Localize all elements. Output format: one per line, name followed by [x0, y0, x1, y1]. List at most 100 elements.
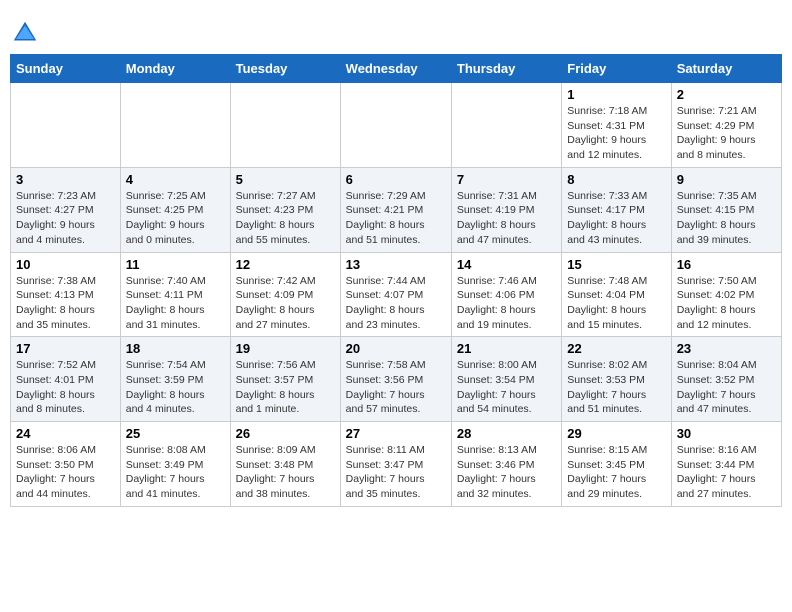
- calendar-cell: 23 Sunrise: 8:04 AMSunset: 3:52 PMDayligh…: [671, 337, 781, 422]
- day-number: 20: [346, 341, 446, 356]
- calendar-cell: 29 Sunrise: 8:15 AMSunset: 3:45 PMDayligh…: [562, 422, 671, 507]
- calendar-cell: 17 Sunrise: 7:52 AMSunset: 4:01 PMDayligh…: [11, 337, 121, 422]
- calendar-cell: 11Sunrise: 7:40 AMSunset: 4:11 PMDayligh…: [120, 252, 230, 337]
- day-info: Sunrise: 8:06 AMSunset: 3:50 PMDaylight:…: [16, 443, 115, 502]
- day-info: Sunrise: 7:21 AMSunset: 4:29 PMDaylight:…: [677, 104, 776, 163]
- day-info: Sunrise: 7:50 AMSunset: 4:02 PMDaylight:…: [677, 274, 776, 333]
- calendar-cell: 9 Sunrise: 7:35 AMSunset: 4:15 PMDaylight…: [671, 167, 781, 252]
- calendar-cell: 12 Sunrise: 7:42 AMSunset: 4:09 PMDayligh…: [230, 252, 340, 337]
- logo: [10, 18, 42, 48]
- day-info: Sunrise: 8:04 AMSunset: 3:52 PMDaylight:…: [677, 358, 776, 417]
- weekday-header-sunday: Sunday: [11, 55, 121, 83]
- day-number: 21: [457, 341, 556, 356]
- calendar-table: SundayMondayTuesdayWednesdayThursdayFrid…: [10, 54, 782, 507]
- day-info: Sunrise: 7:23 AMSunset: 4:27 PMDaylight:…: [16, 189, 115, 248]
- day-number: 6: [346, 172, 446, 187]
- day-number: 5: [236, 172, 335, 187]
- day-number: 11: [126, 257, 225, 272]
- day-info: Sunrise: 8:15 AMSunset: 3:45 PMDaylight:…: [567, 443, 665, 502]
- day-number: 10: [16, 257, 115, 272]
- day-info: Sunrise: 8:02 AMSunset: 3:53 PMDaylight:…: [567, 358, 665, 417]
- day-info: Sunrise: 7:42 AMSunset: 4:09 PMDaylight:…: [236, 274, 335, 333]
- weekday-header-thursday: Thursday: [451, 55, 561, 83]
- calendar-cell: 4 Sunrise: 7:25 AMSunset: 4:25 PMDaylight…: [120, 167, 230, 252]
- day-number: 27: [346, 426, 446, 441]
- calendar-cell: 6 Sunrise: 7:29 AMSunset: 4:21 PMDaylight…: [340, 167, 451, 252]
- day-info: Sunrise: 7:18 AMSunset: 4:31 PMDaylight:…: [567, 104, 665, 163]
- day-number: 25: [126, 426, 225, 441]
- calendar-cell: 22 Sunrise: 8:02 AMSunset: 3:53 PMDayligh…: [562, 337, 671, 422]
- calendar-cell: 27 Sunrise: 8:11 AMSunset: 3:47 PMDayligh…: [340, 422, 451, 507]
- day-info: Sunrise: 7:33 AMSunset: 4:17 PMDaylight:…: [567, 189, 665, 248]
- day-number: 22: [567, 341, 665, 356]
- day-number: 2: [677, 87, 776, 102]
- calendar-cell: [11, 83, 121, 168]
- calendar-cell: 1 Sunrise: 7:18 AMSunset: 4:31 PMDaylight…: [562, 83, 671, 168]
- calendar-cell: 24Sunrise: 8:06 AMSunset: 3:50 PMDayligh…: [11, 422, 121, 507]
- day-number: 1: [567, 87, 665, 102]
- weekday-header-row: SundayMondayTuesdayWednesdayThursdayFrid…: [11, 55, 782, 83]
- day-info: Sunrise: 7:27 AMSunset: 4:23 PMDaylight:…: [236, 189, 335, 248]
- day-number: 17: [16, 341, 115, 356]
- calendar-cell: 25 Sunrise: 8:08 AMSunset: 3:49 PMDayligh…: [120, 422, 230, 507]
- day-info: Sunrise: 7:44 AMSunset: 4:07 PMDaylight:…: [346, 274, 446, 333]
- calendar-cell: 19 Sunrise: 7:56 AMSunset: 3:57 PMDayligh…: [230, 337, 340, 422]
- day-info: Sunrise: 8:16 AMSunset: 3:44 PMDaylight:…: [677, 443, 776, 502]
- calendar-body: 1 Sunrise: 7:18 AMSunset: 4:31 PMDaylight…: [11, 83, 782, 507]
- calendar-cell: 18 Sunrise: 7:54 AMSunset: 3:59 PMDayligh…: [120, 337, 230, 422]
- day-number: 12: [236, 257, 335, 272]
- day-number: 9: [677, 172, 776, 187]
- day-info: Sunrise: 8:13 AMSunset: 3:46 PMDaylight:…: [457, 443, 556, 502]
- day-info: Sunrise: 7:29 AMSunset: 4:21 PMDaylight:…: [346, 189, 446, 248]
- calendar-week-1: 1 Sunrise: 7:18 AMSunset: 4:31 PMDaylight…: [11, 83, 782, 168]
- calendar-cell: 8 Sunrise: 7:33 AMSunset: 4:17 PMDaylight…: [562, 167, 671, 252]
- day-number: 4: [126, 172, 225, 187]
- calendar-week-4: 17 Sunrise: 7:52 AMSunset: 4:01 PMDayligh…: [11, 337, 782, 422]
- day-number: 8: [567, 172, 665, 187]
- day-number: 3: [16, 172, 115, 187]
- calendar-cell: 15 Sunrise: 7:48 AMSunset: 4:04 PMDayligh…: [562, 252, 671, 337]
- calendar-week-3: 10 Sunrise: 7:38 AMSunset: 4:13 PMDayligh…: [11, 252, 782, 337]
- calendar-cell: 28Sunrise: 8:13 AMSunset: 3:46 PMDayligh…: [451, 422, 561, 507]
- day-info: Sunrise: 7:58 AMSunset: 3:56 PMDaylight:…: [346, 358, 446, 417]
- calendar-header: SundayMondayTuesdayWednesdayThursdayFrid…: [11, 55, 782, 83]
- calendar-cell: 5 Sunrise: 7:27 AMSunset: 4:23 PMDaylight…: [230, 167, 340, 252]
- calendar-cell: 21 Sunrise: 8:00 AMSunset: 3:54 PMDayligh…: [451, 337, 561, 422]
- weekday-header-monday: Monday: [120, 55, 230, 83]
- day-info: Sunrise: 8:08 AMSunset: 3:49 PMDaylight:…: [126, 443, 225, 502]
- day-info: Sunrise: 7:54 AMSunset: 3:59 PMDaylight:…: [126, 358, 225, 417]
- day-number: 19: [236, 341, 335, 356]
- weekday-header-saturday: Saturday: [671, 55, 781, 83]
- weekday-header-wednesday: Wednesday: [340, 55, 451, 83]
- calendar-cell: 16Sunrise: 7:50 AMSunset: 4:02 PMDayligh…: [671, 252, 781, 337]
- day-number: 18: [126, 341, 225, 356]
- day-info: Sunrise: 7:56 AMSunset: 3:57 PMDaylight:…: [236, 358, 335, 417]
- day-info: Sunrise: 8:00 AMSunset: 3:54 PMDaylight:…: [457, 358, 556, 417]
- day-number: 23: [677, 341, 776, 356]
- calendar-cell: [230, 83, 340, 168]
- day-number: 29: [567, 426, 665, 441]
- day-info: Sunrise: 7:31 AMSunset: 4:19 PMDaylight:…: [457, 189, 556, 248]
- day-number: 30: [677, 426, 776, 441]
- day-info: Sunrise: 8:11 AMSunset: 3:47 PMDaylight:…: [346, 443, 446, 502]
- weekday-header-tuesday: Tuesday: [230, 55, 340, 83]
- day-number: 14: [457, 257, 556, 272]
- day-info: Sunrise: 7:52 AMSunset: 4:01 PMDaylight:…: [16, 358, 115, 417]
- day-info: Sunrise: 7:35 AMSunset: 4:15 PMDaylight:…: [677, 189, 776, 248]
- day-info: Sunrise: 7:25 AMSunset: 4:25 PMDaylight:…: [126, 189, 225, 248]
- day-number: 7: [457, 172, 556, 187]
- calendar-cell: 13 Sunrise: 7:44 AMSunset: 4:07 PMDayligh…: [340, 252, 451, 337]
- calendar-cell: [120, 83, 230, 168]
- calendar-week-2: 3 Sunrise: 7:23 AMSunset: 4:27 PMDaylight…: [11, 167, 782, 252]
- day-info: Sunrise: 7:38 AMSunset: 4:13 PMDaylight:…: [16, 274, 115, 333]
- logo-icon: [10, 18, 40, 48]
- calendar-cell: 10 Sunrise: 7:38 AMSunset: 4:13 PMDayligh…: [11, 252, 121, 337]
- day-info: Sunrise: 8:09 AMSunset: 3:48 PMDaylight:…: [236, 443, 335, 502]
- day-number: 15: [567, 257, 665, 272]
- day-number: 26: [236, 426, 335, 441]
- day-info: Sunrise: 7:48 AMSunset: 4:04 PMDaylight:…: [567, 274, 665, 333]
- calendar-cell: 30 Sunrise: 8:16 AMSunset: 3:44 PMDayligh…: [671, 422, 781, 507]
- calendar-week-5: 24Sunrise: 8:06 AMSunset: 3:50 PMDayligh…: [11, 422, 782, 507]
- day-number: 13: [346, 257, 446, 272]
- calendar-cell: 7 Sunrise: 7:31 AMSunset: 4:19 PMDaylight…: [451, 167, 561, 252]
